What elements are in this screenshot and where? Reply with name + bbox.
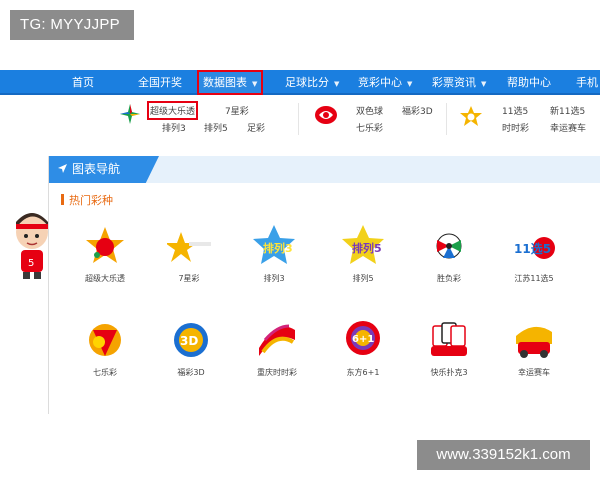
watermark-url: www.339152k1.com (417, 440, 590, 470)
sublink-double-color-ball[interactable]: 双色球 (356, 104, 383, 117)
game-label-win-lose[interactable]: 胜负彩 (409, 273, 489, 284)
game-label-7-star[interactable]: 7星彩 (149, 273, 229, 284)
pailie5-icon[interactable]: 排列5 (341, 224, 385, 266)
nav-item-data-charts[interactable]: 数据图表 ▼ (197, 70, 264, 95)
nav-item-football-scores[interactable]: 足球比分 ▼ (285, 70, 339, 95)
sublink-football-lottery[interactable]: 足彩 (247, 121, 265, 134)
subnav-divider (446, 103, 447, 135)
lucky-racing-icon[interactable] (512, 318, 556, 360)
chevron-down-icon: ▼ (252, 80, 258, 88)
game-label-chongqing-ssc[interactable]: 重庆时时彩 (237, 367, 317, 378)
pailie3-icon[interactable]: 排列3 (252, 224, 296, 266)
mascot-illustration: 5 (16, 213, 48, 279)
sublink-new-11x5[interactable]: 新11选5 (550, 104, 585, 117)
panel-title: 图表导航 (72, 162, 121, 176)
navigation-arrow-icon (57, 156, 68, 183)
sub-nav: 超级大乐透 7星彩 排列3 排列5 足彩 双色球 福彩3D 七乐彩 11选5 新… (0, 96, 600, 146)
sublink-super-lotto[interactable]: 超级大乐透 (146, 101, 199, 120)
sublink-shishicai[interactable]: 时时彩 (502, 121, 529, 134)
sublink-qile[interactable]: 七乐彩 (356, 121, 383, 134)
game-label-jiangsu-11x5[interactable]: 江苏11选5 (494, 273, 574, 284)
sublink-lucky-racing[interactable]: 幸运赛车 (550, 121, 586, 134)
subnav-divider (298, 103, 299, 135)
jiangsu-11x5-icon-text: 11选5 (514, 241, 551, 256)
7-star-icon[interactable] (167, 226, 211, 268)
pailie5-icon-text: 排列5 (352, 241, 382, 255)
top-nav-bar: 首页 全国开奖 数据图表 ▼ 足球比分 ▼ 竞彩中心 ▼ 彩票资讯 ▼ 帮助中心 手机 (0, 70, 600, 95)
chevron-down-icon: ▼ (334, 80, 340, 88)
chevron-down-icon: ▼ (407, 80, 413, 88)
watermark-telegram: TG: MYYJJPP (10, 10, 134, 40)
jiangsu-11x5-icon[interactable]: 11选5 (512, 226, 556, 268)
game-label-pailie3[interactable]: 排列3 (234, 273, 314, 284)
sublink-pailie5[interactable]: 排列5 (204, 121, 228, 134)
dongfang-6plus1-icon[interactable]: 6+1 (341, 318, 385, 360)
qile-icon[interactable] (83, 318, 127, 360)
fucai-3d-icon-text: 3D (180, 334, 198, 348)
happy-poker-icon[interactable] (427, 318, 471, 360)
win-lose-icon[interactable] (427, 224, 471, 266)
nav-item-help-center[interactable]: 帮助中心 (507, 70, 551, 95)
nav-item-label: 彩票资讯 (432, 76, 476, 89)
sports-lottery-logo-icon (120, 104, 140, 124)
sublink-pailie3[interactable]: 排列3 (162, 121, 186, 134)
nav-item-lottery-news[interactable]: 彩票资讯 ▼ (432, 70, 486, 95)
nav-item-label: 全国开奖 (138, 76, 182, 89)
nav-item-mobile[interactable]: 手机 (576, 70, 598, 95)
svg-text:5: 5 (28, 258, 34, 269)
chart-navigation-panel: 图表导航 热门彩种 排列3 排列5 11选5 超级大乐透 7星彩 排列3 排列5… (48, 156, 600, 414)
nav-item-label: 足球比分 (285, 76, 329, 89)
game-label-fucai-3d[interactable]: 福彩3D (151, 367, 231, 378)
nav-item-jingcai-center[interactable]: 竞彩中心 ▼ (358, 70, 412, 95)
pailie3-icon-text: 排列3 (263, 241, 293, 255)
section-title-text: 热门彩种 (69, 194, 113, 207)
nav-item-national-draws[interactable]: 全国开奖 (138, 70, 182, 95)
nav-item-label: 首页 (72, 76, 94, 89)
nav-item-home[interactable]: 首页 (72, 70, 94, 95)
high-frequency-logo-icon (460, 106, 482, 126)
sublink-11x5[interactable]: 11选5 (502, 104, 528, 117)
game-label-super-lotto[interactable]: 超级大乐透 (65, 273, 145, 284)
dongfang-6plus1-icon-text: 6+1 (352, 334, 374, 345)
nav-item-label: 竞彩中心 (358, 76, 402, 89)
panel-title-tab: 图表导航 (49, 156, 159, 183)
welfare-lottery-logo-icon (315, 106, 337, 124)
game-label-happy-poker[interactable]: 快乐扑克3 (409, 367, 489, 378)
game-label-dongfang-6plus1[interactable]: 东方6+1 (323, 367, 403, 378)
super-lotto-icon[interactable] (83, 225, 127, 267)
section-marker (61, 194, 64, 205)
game-label-pailie5[interactable]: 排列5 (323, 273, 403, 284)
sublink-fucai-3d[interactable]: 福彩3D (402, 104, 433, 117)
game-label-lucky-racing[interactable]: 幸运赛车 (494, 367, 574, 378)
section-title: 热门彩种 (61, 192, 113, 208)
game-label-qile[interactable]: 七乐彩 (65, 367, 145, 378)
nav-item-label: 手机 (576, 76, 598, 89)
nav-item-label: 帮助中心 (507, 76, 551, 89)
chongqing-ssc-icon[interactable] (255, 318, 299, 360)
fucai-3d-icon[interactable]: 3D (169, 318, 213, 360)
chevron-down-icon: ▼ (481, 80, 487, 88)
nav-item-label: 数据图表 (203, 76, 247, 89)
sublink-7-star[interactable]: 7星彩 (225, 104, 249, 117)
